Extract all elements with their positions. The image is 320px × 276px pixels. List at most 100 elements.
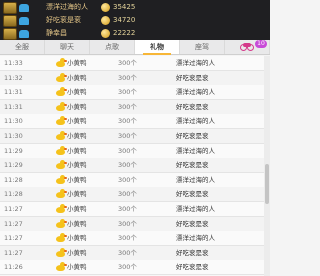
tab-gifts[interactable]: 礼物 [135, 40, 180, 55]
tab-bar: 全服 聊天 点歌 礼物 座驾 10 [0, 40, 270, 55]
gift-time: 11:27 [4, 205, 23, 213]
scrollbar-thumb[interactable] [265, 164, 269, 204]
gift-time: 11:31 [4, 88, 23, 97]
ranking-user-name[interactable]: 漂洋过海的人 [46, 1, 88, 14]
gift-quantity: 300个 [118, 73, 137, 82]
gift-time: 11:27 [4, 234, 23, 243]
gift-log-row[interactable]: 11:29 小黄鸭 300个 漂洋过海的人 [0, 143, 264, 159]
gift-name: 小黄鸭 [67, 219, 87, 228]
notification-badge: 10 [255, 40, 267, 48]
gift-log-row[interactable]: 11:32 小黄鸭 300个 好吃衮是衮 [0, 70, 264, 86]
gift-sender-name[interactable]: 好吃衮是衮 [176, 260, 209, 275]
duck-icon [56, 247, 67, 257]
gift-time: 11:26 [4, 263, 23, 272]
gift-sender-name[interactable]: 好吃衮是衮 [176, 246, 209, 261]
gift-quantity: 300个 [118, 205, 137, 213]
ranking-coin-count: 34720 [113, 16, 136, 24]
duck-icon [56, 87, 67, 97]
coin-icon [101, 16, 110, 25]
ranking-coin-count: 22222 [113, 29, 136, 37]
gift-log-row[interactable]: 11:27 小黄鸭 300个 漂洋过海的人 [0, 231, 264, 247]
tab-vehicle-shop[interactable]: 10 [225, 40, 270, 54]
gift-sender-name[interactable]: 好吃衮是衮 [176, 187, 209, 202]
gift-log-row[interactable]: 11:26 小黄鸭 300个 好吃衮是衮 [0, 260, 264, 276]
gift-name: 小黄鸭 [67, 234, 87, 243]
gift-name: 小黄鸭 [67, 102, 87, 111]
duck-icon [56, 72, 67, 82]
duck-icon [56, 131, 67, 140]
ranking-user-name[interactable]: 静幸昌 [46, 27, 67, 40]
gift-log-row[interactable]: 11:27 小黄鸭 300个 好吃衮是衮 [0, 216, 264, 232]
gift-quantity: 300个 [118, 117, 137, 126]
gift-quantity: 300个 [118, 219, 137, 228]
gift-quantity: 300个 [118, 175, 137, 184]
tab-song-request[interactable]: 点歌 [90, 40, 135, 54]
tab-chat[interactable]: 聊天 [45, 40, 90, 54]
gift-time: 11:28 [4, 190, 23, 199]
motorbike-icon [240, 43, 254, 51]
duck-icon [56, 101, 67, 111]
gift-time: 11:31 [4, 102, 23, 111]
gift-quantity: 300个 [118, 146, 137, 155]
gift-sender-name[interactable]: 好吃衮是衮 [176, 158, 209, 173]
gift-log-row[interactable]: 11:27 小黄鸭 300个 好吃衮是衮 [0, 245, 264, 261]
gift-log-list[interactable]: 11:33 小黄鸭 300个 漂洋过海的人 11:32 小黄鸭 300个 好吃衮是衮 11:31… [0, 56, 264, 276]
scrollbar-track[interactable] [264, 56, 270, 276]
gift-log-row[interactable]: 11:31 小黄鸭 300个 好吃衮是衮 [0, 99, 264, 115]
gift-time: 11:28 [4, 175, 23, 184]
gift-sender-name[interactable]: 好吃衮是衮 [176, 217, 209, 232]
gift-log-row[interactable]: 11:28 小黄鸭 300个 漂洋过海的人 [0, 172, 264, 188]
duck-icon [56, 189, 67, 199]
gift-sender-name[interactable]: 好吃衮是衮 [176, 129, 209, 144]
gift-log-row[interactable]: 11:29 小黄鸭 300个 好吃衮是衮 [0, 158, 264, 174]
gift-name: 小黄鸭 [67, 175, 87, 184]
tab-all-server[interactable]: 全服 [0, 40, 45, 54]
gift-name: 小黄鸭 [67, 248, 87, 257]
gift-time: 11:30 [4, 132, 23, 140]
duck-icon [56, 262, 67, 272]
gift-quantity: 300个 [118, 248, 137, 257]
ranking-row[interactable]: 好吃衮是衮 34720 [0, 14, 270, 27]
coin-icon [101, 29, 110, 38]
duck-icon [56, 116, 67, 126]
gift-name: 小黄鸭 [67, 190, 87, 199]
ranking-user-name[interactable]: 好吃衮是衮 [46, 14, 81, 27]
gift-ranking-panel: 漂洋过海的人 35425 好吃衮是衮 34720 静幸昌 22222 [0, 0, 270, 40]
gift-quantity: 300个 [118, 59, 137, 67]
tab-vehicles[interactable]: 座驾 [180, 40, 225, 54]
gift-quantity: 300个 [118, 132, 137, 140]
ranking-coin-count: 35425 [113, 3, 136, 11]
gift-log-row[interactable]: 11:30 小黄鸭 300个 漂洋过海的人 [0, 114, 264, 130]
gift-sender-name[interactable]: 漂洋过海的人 [176, 202, 215, 217]
gift-sender-name[interactable]: 漂洋过海的人 [176, 114, 215, 129]
gift-time: 11:32 [4, 73, 23, 82]
gift-quantity: 300个 [118, 190, 137, 199]
gift-log-row[interactable]: 11:30 小黄鸭 300个 好吃衮是衮 [0, 129, 264, 144]
gift-sender-name[interactable]: 好吃衮是衮 [176, 71, 209, 86]
gift-log-row[interactable]: 11:28 小黄鸭 300个 好吃衮是衮 [0, 187, 264, 203]
gift-name: 小黄鸭 [67, 146, 87, 155]
gift-sender-name[interactable]: 漂洋过海的人 [176, 144, 215, 159]
gift-sender-name[interactable]: 好吃衮是衮 [176, 100, 209, 115]
live-room-panel: 漂洋过海的人 35425 好吃衮是衮 34720 静幸昌 22222 全服 聊天… [0, 0, 270, 276]
gift-sender-name[interactable]: 漂洋过海的人 [176, 173, 215, 188]
gift-name: 小黄鸭 [67, 263, 87, 272]
gift-quantity: 300个 [118, 102, 137, 111]
duck-icon [56, 145, 67, 155]
gift-log-row[interactable]: 11:33 小黄鸭 300个 漂洋过海的人 [0, 56, 264, 71]
gift-quantity: 300个 [118, 161, 137, 170]
gift-sender-name[interactable]: 漂洋过海的人 [176, 85, 215, 100]
ranking-row[interactable]: 静幸昌 22222 [0, 27, 270, 40]
gift-log-row[interactable]: 11:31 小黄鸭 300个 漂洋过海的人 [0, 85, 264, 101]
gift-log-row[interactable]: 11:27 小黄鸭 300个 漂洋过海的人 [0, 202, 264, 217]
ranking-row[interactable]: 漂洋过海的人 35425 [0, 1, 270, 14]
duck-icon [56, 218, 67, 228]
rank-badge-icon [3, 1, 17, 14]
gift-time: 11:29 [4, 146, 23, 155]
gift-sender-name[interactable]: 漂洋过海的人 [176, 231, 215, 246]
gift-sender-name[interactable]: 漂洋过海的人 [176, 56, 215, 71]
car-icon [19, 16, 29, 25]
duck-icon [56, 204, 67, 213]
gift-time: 11:33 [4, 59, 23, 67]
gift-time: 11:30 [4, 117, 23, 126]
